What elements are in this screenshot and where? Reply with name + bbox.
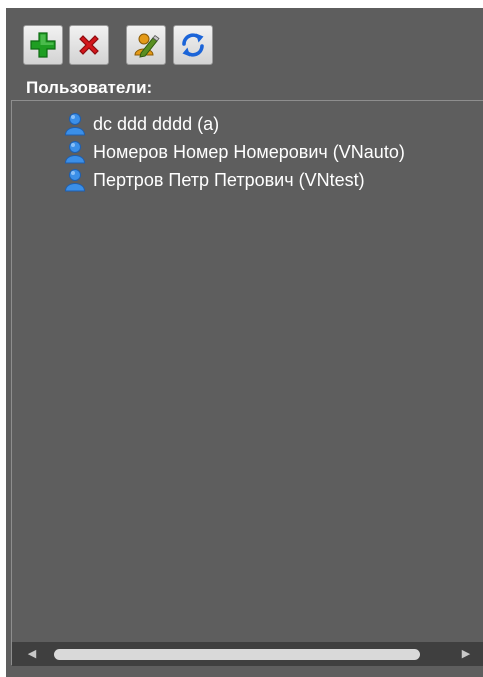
x-icon — [79, 35, 99, 55]
list-item[interactable]: Пертров Петр Петрович (VNtest) — [64, 166, 483, 194]
refresh-button[interactable] — [173, 25, 213, 65]
refresh-icon — [182, 33, 204, 57]
add-user-button[interactable] — [23, 25, 63, 65]
horizontal-scrollbar[interactable]: ◀ ▶ — [12, 642, 483, 666]
users-list[interactable]: dc ddd dddd (a) Номеров Номер Номерович … — [11, 100, 483, 665]
user-label: Номеров Номер Номерович (VNauto) — [93, 142, 405, 162]
user-label: dc ddd dddd (a) — [93, 114, 220, 134]
users-list-items: dc ddd dddd (a) Номеров Номер Номерович … — [64, 110, 483, 194]
user-icon — [64, 112, 86, 136]
scroll-thumb[interactable] — [54, 649, 420, 660]
scroll-left-arrow-icon[interactable]: ◀ — [26, 648, 38, 660]
scroll-right-arrow-icon[interactable]: ▶ — [460, 648, 472, 660]
user-icon — [64, 140, 86, 164]
edit-user-icon — [134, 33, 160, 58]
plus-icon — [30, 32, 56, 58]
list-item[interactable]: dc ddd dddd (a) — [64, 110, 483, 138]
user-label: Пертров Петр Петрович (VNtest) — [93, 170, 365, 190]
list-item[interactable]: Номеров Номер Номерович (VNauto) — [64, 138, 483, 166]
edit-user-button[interactable] — [126, 25, 166, 65]
user-icon — [64, 168, 86, 192]
users-label: Пользователи: — [26, 78, 153, 97]
delete-user-button[interactable] — [69, 25, 109, 65]
